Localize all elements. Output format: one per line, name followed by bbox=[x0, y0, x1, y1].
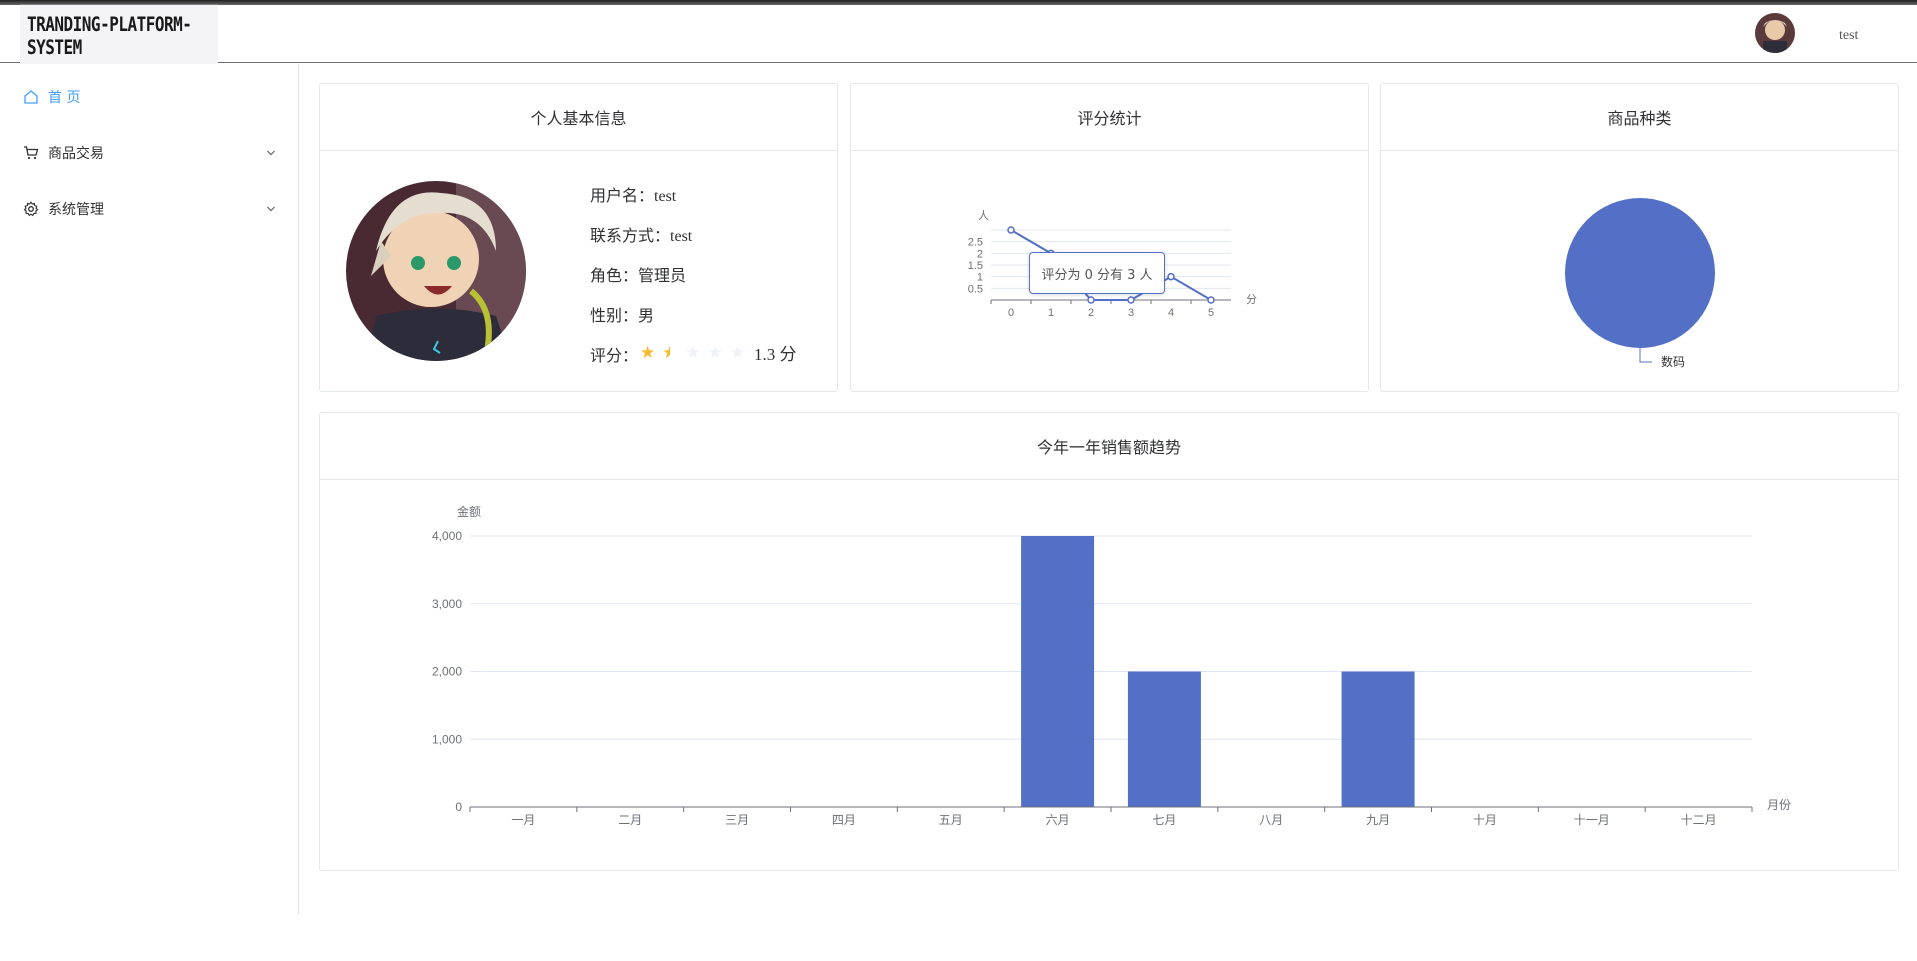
star-half-icon: ★ bbox=[662, 342, 671, 363]
bar bbox=[1127, 671, 1201, 807]
role-label: 角色： bbox=[590, 266, 639, 285]
pie-label: 数码 bbox=[1661, 354, 1685, 369]
cart-icon bbox=[24, 146, 39, 160]
x-tick-label: 2 bbox=[1088, 307, 1094, 319]
bar bbox=[1341, 671, 1415, 807]
x-tick-label: 四月 bbox=[832, 813, 856, 827]
y-tick-label: 2.5 bbox=[968, 237, 983, 249]
category-card-title: 商品种类 bbox=[1381, 84, 1898, 151]
pie-label-line bbox=[1639, 348, 1652, 363]
x-tick-label: 五月 bbox=[939, 813, 963, 827]
sidebar-item-label: 系统管理 bbox=[48, 202, 104, 218]
data-point bbox=[1007, 226, 1015, 234]
bar bbox=[1021, 536, 1095, 807]
sidebar-item-label: 首 页 bbox=[48, 90, 81, 106]
gender-value: 男 bbox=[638, 306, 655, 325]
y-tick-label: 2,000 bbox=[432, 665, 462, 679]
y-axis-label: 金额 bbox=[457, 504, 481, 519]
x-tick-label: 0 bbox=[1008, 307, 1014, 319]
score-row: 评分： bbox=[590, 342, 638, 366]
contact-value: test bbox=[670, 228, 693, 245]
header-username[interactable]: test bbox=[1839, 28, 1858, 44]
star-icon: ★ bbox=[685, 342, 701, 363]
sidebar-item-goods-trade[interactable]: 商品交易 bbox=[0, 125, 298, 181]
y-tick-label: 1.5 bbox=[968, 260, 983, 272]
sidebar: 首 页 商品交易 系统管理 bbox=[0, 64, 299, 914]
y-tick-label: 2 bbox=[977, 248, 983, 260]
category-pie-chart: 数码 bbox=[1565, 198, 1715, 369]
x-tick-label: 1 bbox=[1048, 307, 1054, 319]
username-row: 用户名：test bbox=[590, 182, 676, 206]
star-icon: ★ bbox=[729, 342, 745, 363]
sidebar-item-system-admin[interactable]: 系统管理 bbox=[0, 181, 298, 237]
y-tick-label: 0.5 bbox=[968, 283, 983, 295]
chevron-down-icon bbox=[267, 150, 275, 156]
x-tick-label: 4 bbox=[1168, 307, 1174, 319]
contact-row: 联系方式：test bbox=[590, 222, 692, 246]
category-card: 商品种类 数码 bbox=[1380, 83, 1899, 392]
x-tick-label: 一月 bbox=[511, 813, 535, 827]
y-tick-label: 3,000 bbox=[432, 597, 462, 611]
star-icon: ★ bbox=[707, 342, 723, 363]
username-label: 用户名： bbox=[590, 186, 655, 205]
x-tick-label: 三月 bbox=[725, 813, 749, 827]
x-tick-label: 十二月 bbox=[1681, 813, 1717, 827]
pie-slice bbox=[1565, 198, 1715, 348]
chart-tooltip: 评分为 0 分有 3 人 bbox=[1029, 252, 1165, 294]
profile-avatar bbox=[346, 181, 526, 361]
star-icon: ★ bbox=[640, 342, 656, 363]
x-tick-label: 七月 bbox=[1152, 813, 1176, 827]
header-avatar[interactable] bbox=[1755, 13, 1795, 53]
x-axis-label: 月份 bbox=[1767, 798, 1791, 812]
x-tick-label: 3 bbox=[1128, 307, 1134, 319]
x-tick-label: 九月 bbox=[1366, 813, 1390, 827]
home-icon bbox=[24, 90, 38, 104]
contact-label: 联系方式： bbox=[590, 226, 671, 245]
gender-row: 性别：男 bbox=[590, 302, 654, 326]
role-value: 管理员 bbox=[638, 266, 687, 285]
x-tick-label: 六月 bbox=[1046, 813, 1070, 827]
sales-bar-chart: 0 1,000 2,000 3,000 4,000 金额一月 二月 三月 四月 五月 六月 七月 八月 九… bbox=[432, 504, 1791, 827]
x-tick-label: 八月 bbox=[1259, 813, 1283, 827]
data-point bbox=[1207, 296, 1215, 304]
sidebar-item-label: 商品交易 bbox=[48, 146, 104, 162]
profile-card-title: 个人基本信息 bbox=[320, 84, 837, 151]
x-axis-label: 分 bbox=[1246, 293, 1257, 306]
y-tick-label: 0 bbox=[455, 800, 462, 814]
x-tick-label: 十月 bbox=[1473, 813, 1497, 827]
app-header: TRANDING-PLATFORM-SYSTEM test bbox=[0, 4, 1917, 68]
sales-card: 今年一年销售额趋势 0 1,000 2,000 3,000 4,000 金额一月 二月 三月 四… bbox=[319, 412, 1899, 871]
x-tick-label: 5 bbox=[1208, 307, 1214, 319]
rating-card: 评分统计 0.5 1 1.5 2 2.5 0 1 2 3 4 5 人分 评分为 0 分有 3 人 bbox=[850, 83, 1369, 392]
app-logo: TRANDING-PLATFORM-SYSTEM bbox=[20, 4, 218, 68]
gender-label: 性别： bbox=[590, 306, 639, 325]
username-value: test bbox=[654, 188, 677, 205]
chevron-down-icon bbox=[267, 206, 275, 212]
y-tick-label: 1,000 bbox=[432, 732, 462, 746]
profile-card: 个人基本信息 用户名：test 联系方式：test 角色：管理员 性别：男 评分… bbox=[319, 83, 838, 392]
x-tick-label: 十一月 bbox=[1574, 813, 1610, 827]
y-axis-label: 人 bbox=[978, 209, 989, 222]
x-tick-label: 二月 bbox=[618, 813, 642, 827]
sales-card-title: 今年一年销售额趋势 bbox=[320, 413, 1898, 480]
score-label: 评分： bbox=[590, 346, 639, 365]
data-point bbox=[1167, 272, 1175, 281]
sidebar-item-home[interactable]: 首 页 bbox=[0, 69, 298, 125]
score-stars: ★ ★ ★ ★ ★ 1.3 分 bbox=[640, 340, 804, 365]
role-row: 角色：管理员 bbox=[590, 262, 686, 286]
y-tick-label: 4,000 bbox=[432, 529, 462, 543]
data-point bbox=[1087, 296, 1095, 304]
gear-icon bbox=[23, 201, 39, 217]
data-point bbox=[1127, 296, 1135, 304]
y-tick-label: 1 bbox=[977, 272, 983, 284]
score-text: 1.3 分 bbox=[754, 345, 797, 364]
rating-card-title: 评分统计 bbox=[851, 84, 1368, 151]
